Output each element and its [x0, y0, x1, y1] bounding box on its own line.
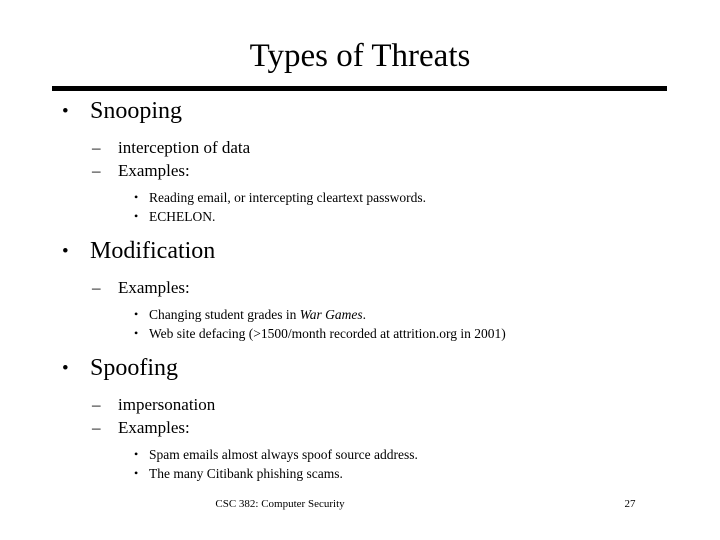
bullet-dash-icon: – [92, 161, 101, 180]
bullet-dot-icon: • [134, 447, 139, 461]
bullet-level2-label: Examples: [118, 278, 190, 297]
bullet-level3-citibank-phishing: • The many Citibank phishing scams. [0, 464, 720, 483]
bullet-dash-icon: – [92, 138, 101, 157]
bullet-dot-icon: • [134, 326, 139, 340]
footer-page-number: 27 [624, 498, 636, 510]
bullet-level3-web-defacing: • Web site defacing (>1500/month recorde… [0, 324, 720, 343]
bullet-level3-label: Web site defacing (>1500/month recorded … [149, 326, 506, 341]
bullet-level2-label: Examples: [118, 161, 190, 180]
bullet-level1-label: Modification [90, 238, 216, 264]
bullet-level1-modification: • Modification [0, 236, 720, 267]
bullet-level2-impersonation: – impersonation [0, 393, 720, 416]
bullet-level2-examples-modification: – Examples: [0, 276, 720, 299]
bullet-dash-icon: – [92, 278, 101, 297]
bullet-dash-icon: – [92, 395, 101, 414]
bullet-level2-examples-spoofing: – Examples: [0, 416, 720, 439]
bullet-dot-icon: • [62, 101, 69, 122]
slide-body: • Snooping – interception of data – Exam… [0, 96, 720, 483]
bullet-level3-changing-grades: • Changing student grades in War Games. [0, 305, 720, 324]
bullet-dot-icon: • [62, 241, 69, 262]
bullet-level3-label-pre: Changing student grades in [149, 307, 300, 322]
bullet-dot-icon: • [134, 190, 139, 204]
page-title: Types of Threats [249, 38, 471, 74]
bullet-level2-examples-snooping: – Examples: [0, 159, 720, 182]
bullet-level3-label: Spam emails almost always spoof source a… [149, 447, 418, 462]
bullet-level3-reading-email: • Reading email, or intercepting clearte… [0, 188, 720, 207]
bullet-level3-label-post: . [362, 307, 366, 322]
bullet-dot-icon: • [134, 209, 139, 223]
footer-course-label: CSC 382: Computer Security [215, 498, 345, 510]
bullet-level3-label: Reading email, or intercepting cleartext… [149, 190, 427, 205]
bullet-dot-icon: • [134, 307, 139, 321]
slide-canvas: Types of Threats • Snooping – intercepti… [0, 0, 720, 540]
bullet-level1-snooping: • Snooping [0, 96, 720, 127]
bullet-level1-label: Spoofing [90, 355, 179, 381]
bullet-dot-icon: • [62, 358, 69, 379]
bullet-level3-echelon: • ECHELON. [0, 207, 720, 226]
bullet-level2-interception: – interception of data [0, 136, 720, 159]
bullet-level3-label-italic: War Games [299, 307, 363, 322]
bullet-level2-label: impersonation [118, 395, 216, 414]
bullet-level2-label: interception of data [118, 138, 251, 157]
bullet-level1-spoofing: • Spoofing [0, 353, 720, 384]
bullet-level3-label: ECHELON. [149, 209, 216, 224]
title-divider [52, 86, 667, 91]
bullet-level3-label: The many Citibank phishing scams. [149, 466, 343, 481]
bullet-dot-icon: • [134, 466, 139, 480]
bullet-level2-label: Examples: [118, 418, 190, 437]
bullet-dash-icon: – [92, 418, 101, 437]
bullet-level1-label: Snooping [90, 98, 183, 124]
bullet-level3-spam-emails: • Spam emails almost always spoof source… [0, 445, 720, 464]
